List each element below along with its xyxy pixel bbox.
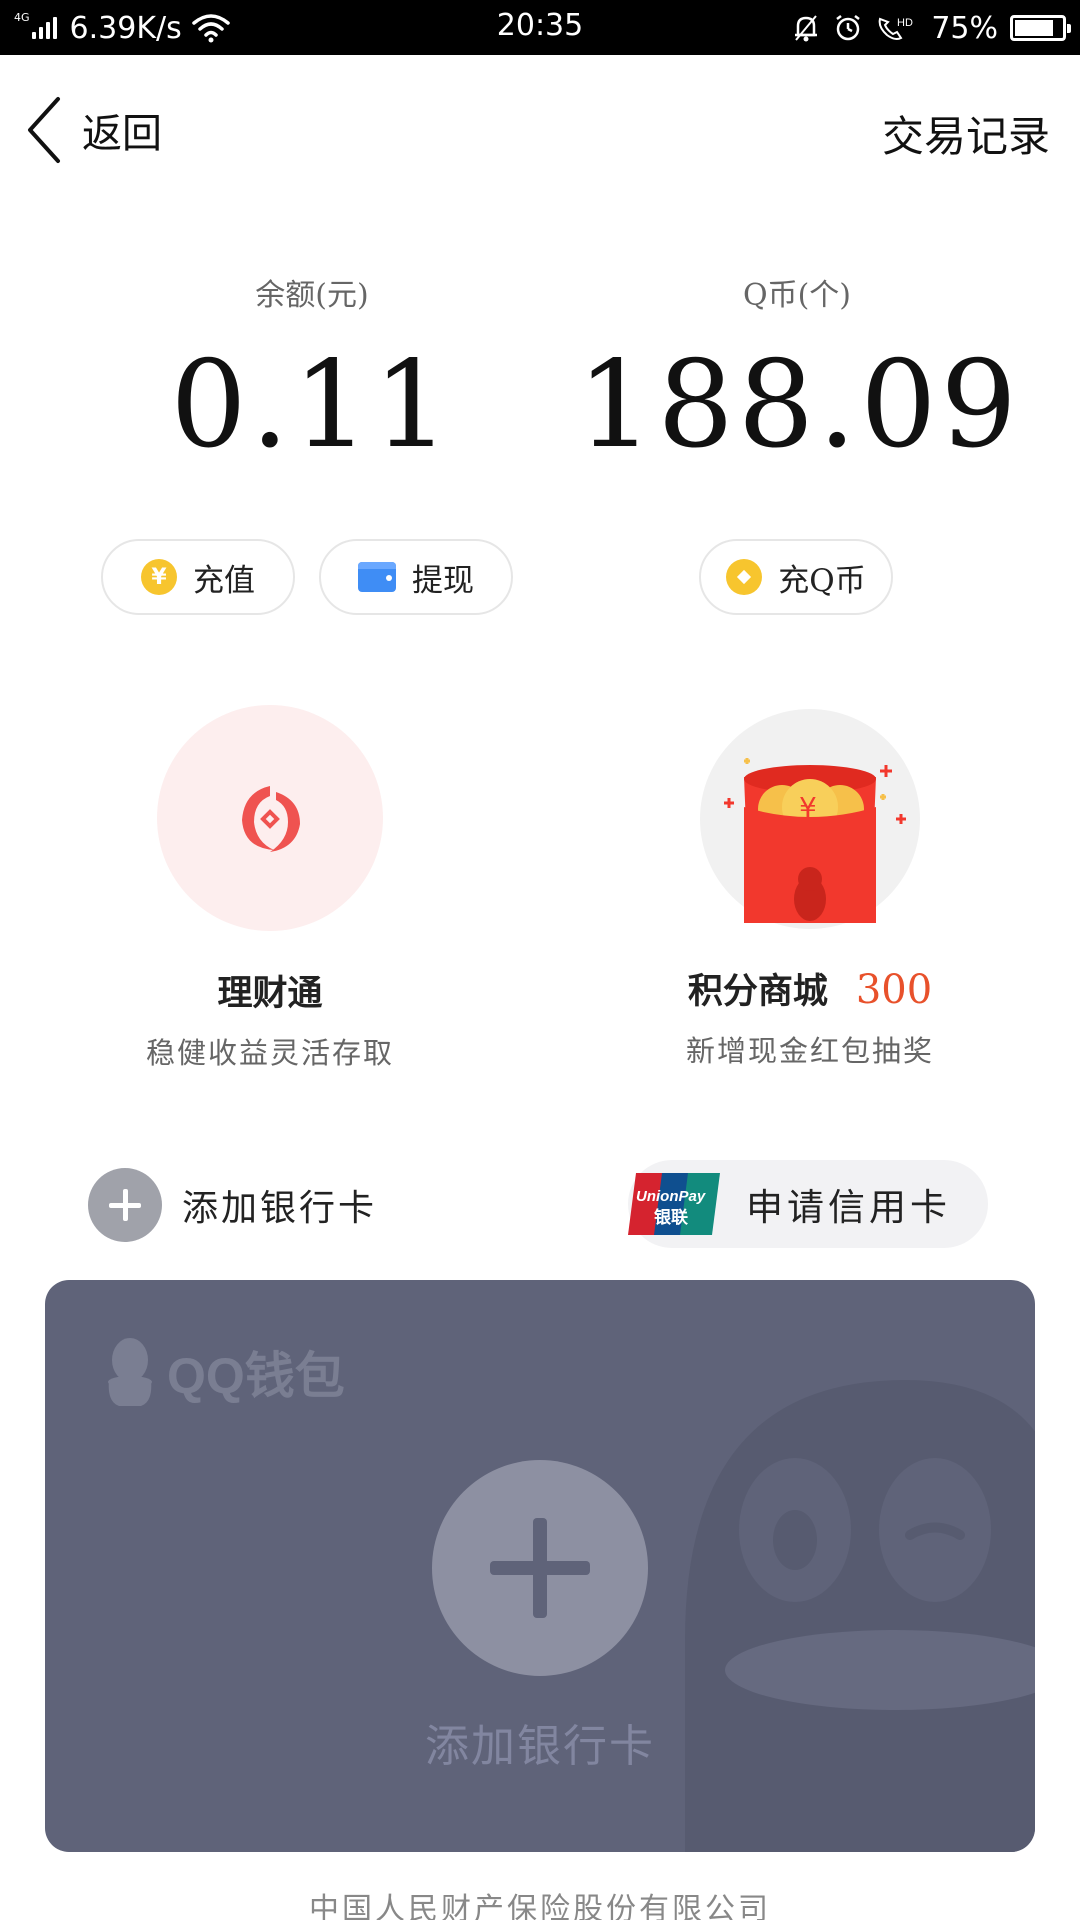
card-add-label: 添加银行卡 xyxy=(425,1722,655,1771)
status-right: HD 75% xyxy=(779,8,1071,48)
wealth-subtitle: 稳健收益灵活存取 xyxy=(145,1036,394,1070)
unionpay-text: UnionPay xyxy=(636,1188,706,1205)
balance-value: 0.11 xyxy=(170,336,454,475)
battery-percent: 75% xyxy=(931,10,998,46)
footer-insurer-text: 中国人民财产保险股份有限公司 xyxy=(309,1892,771,1920)
recharge-button[interactable]: ¥ 充值 xyxy=(101,539,295,615)
back-button[interactable]: 返回 xyxy=(26,95,162,165)
points-icon-circle: ¥ xyxy=(700,709,920,929)
alarm-icon xyxy=(836,15,861,41)
recharge-label: 充值 xyxy=(193,562,255,599)
hd-call-icon: HD xyxy=(878,17,913,40)
wallet-icon xyxy=(358,562,396,592)
points-mall-label: 积分商城 xyxy=(687,971,828,1012)
add-bank-card-label: 添加银行卡 xyxy=(182,1188,378,1229)
yuan-coin-icon: ¥ xyxy=(141,559,177,595)
points-mall-item[interactable]: ¥ 积分商城 300 新增现金红包抽奖 xyxy=(610,705,1010,1070)
battery-icon xyxy=(1010,15,1071,41)
qcoin-label: Q币(个) xyxy=(742,278,851,313)
unionpay-cn-text: 银联 xyxy=(654,1207,688,1228)
wealth-icon xyxy=(242,786,300,852)
withdraw-label: 提现 xyxy=(412,562,474,599)
add-bank-card-button[interactable]: 添加银行卡 xyxy=(88,1168,377,1242)
wealth-icon-circle xyxy=(157,705,383,931)
back-label: 返回 xyxy=(82,111,162,157)
nav-bar: 返回 交易记录 xyxy=(0,55,1080,210)
qq-wallet-brand: QQ钱包 xyxy=(167,1348,345,1404)
wealth-title: 理财通 xyxy=(217,973,323,1014)
bell-icon xyxy=(795,15,818,42)
balance-label: 余额(元) xyxy=(255,278,369,313)
points-count: 300 xyxy=(855,967,933,1013)
transaction-history-link[interactable]: 交易记录 xyxy=(882,103,1050,164)
balance-section: 余额(元) 0.11 xyxy=(92,270,532,475)
card-add-plus-icon[interactable] xyxy=(432,1460,648,1676)
qcoin-icon xyxy=(726,559,763,595)
chevron-left-icon xyxy=(28,97,60,163)
unionpay-logo-icon: UnionPay 银联 xyxy=(628,1173,720,1235)
red-envelope-icon: ¥ xyxy=(724,758,906,923)
withdraw-button[interactable]: 提现 xyxy=(319,539,513,615)
penguin-icon xyxy=(108,1338,152,1406)
status-bar: 4G 6.39K/s 20:35 HD 75% xyxy=(0,0,1080,55)
plus-icon xyxy=(88,1168,162,1242)
points-mall-title: 积分商城 300 xyxy=(610,963,1010,1014)
bank-card-placeholder[interactable]: QQ钱包 添加银行卡 xyxy=(45,1280,1035,1852)
qq-wallet-logo: QQ钱包 xyxy=(99,1336,345,1408)
points-mall-subtitle: 新增现金红包抽奖 xyxy=(685,1034,934,1068)
wealth-management-item[interactable]: 理财通 稳健收益灵活存取 xyxy=(70,705,470,1072)
recharge-qcoin-button[interactable]: 充Q币 xyxy=(699,539,893,615)
qcoin-value: 188.09 xyxy=(577,336,1021,475)
svg-text:HD: HD xyxy=(897,17,913,29)
penguin-watermark-icon xyxy=(685,1380,1035,1852)
qcoin-section: Q币(个) 188.09 xyxy=(577,270,1017,475)
apply-credit-card-label: 申请信用卡 xyxy=(746,1186,951,1229)
recharge-qcoin-label: 充Q币 xyxy=(778,562,866,599)
apply-credit-card-button[interactable]: UnionPay 银联 申请信用卡 xyxy=(628,1160,988,1248)
